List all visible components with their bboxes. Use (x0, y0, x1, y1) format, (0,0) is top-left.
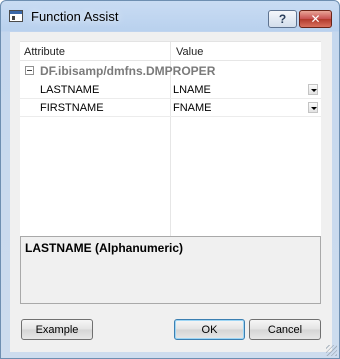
resize-grip-icon[interactable] (326, 345, 337, 356)
table-row[interactable]: FIRSTNAME FNAME (20, 99, 321, 117)
close-button[interactable]: ✕ (299, 10, 332, 28)
window-icon (9, 10, 23, 22)
dialog-window: Function Assist ? ✕ Attribute Value DF.i… (0, 0, 340, 359)
example-button[interactable]: Example (21, 319, 93, 340)
minus-icon[interactable] (25, 66, 34, 75)
help-button[interactable]: ? (268, 10, 297, 28)
attribute-cell: FIRSTNAME (40, 102, 104, 114)
chevron-down-icon[interactable] (308, 84, 318, 95)
dialog-content: Attribute Value DF.ibisamp/dmfns.DMPROPE… (10, 32, 332, 352)
title-bar[interactable]: Function Assist ? ✕ (1, 1, 339, 31)
help-icon: ? (278, 12, 287, 26)
column-header-attribute: Attribute (24, 46, 65, 58)
description-panel: LASTNAME (Alphanumeric) (20, 236, 321, 304)
attribute-cell: LASTNAME (40, 84, 100, 96)
property-grid: Attribute Value DF.ibisamp/dmfns.DMPROPE… (20, 41, 321, 236)
description-text: LASTNAME (Alphanumeric) (25, 241, 184, 255)
value-cell[interactable]: LNAME (173, 84, 211, 96)
group-row[interactable]: DF.ibisamp/dmfns.DMPROPER (20, 63, 321, 79)
close-icon: ✕ (310, 12, 321, 26)
chevron-down-icon[interactable] (308, 102, 318, 113)
group-label: DF.ibisamp/dmfns.DMPROPER (40, 64, 216, 78)
value-cell[interactable]: FNAME (173, 102, 212, 114)
ok-button[interactable]: OK (174, 319, 245, 340)
cancel-button[interactable]: Cancel (249, 319, 321, 340)
window-title: Function Assist (31, 9, 119, 24)
column-header-value: Value (176, 46, 204, 58)
table-row[interactable]: LASTNAME LNAME (20, 81, 321, 99)
